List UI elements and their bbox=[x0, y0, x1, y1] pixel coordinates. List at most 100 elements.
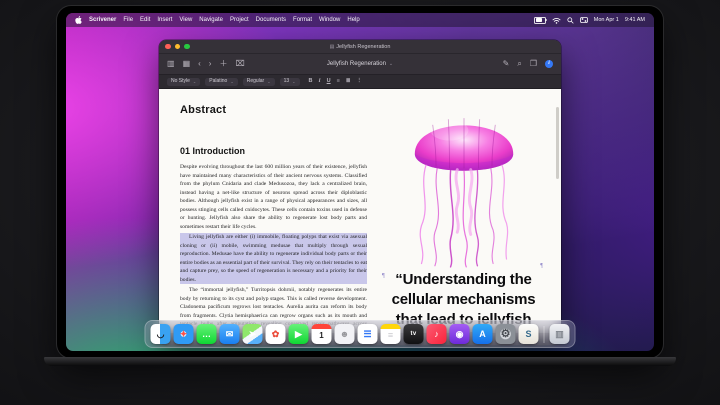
paragraph-2-selected[interactable]: Living jellyfish are either (i) immobile… bbox=[180, 233, 367, 284]
window-titlebar[interactable]: ▤Jellyfish Regeneration bbox=[159, 40, 561, 54]
toolbar-document-selector[interactable]: Jellyfish Regeneration⌄ bbox=[327, 61, 393, 67]
dock-icon-music[interactable]: ♪ bbox=[427, 324, 447, 344]
menu-bar-time[interactable]: 9:41 AM bbox=[625, 17, 645, 23]
menu-edit[interactable]: Edit bbox=[140, 17, 150, 23]
font-size-dropdown[interactable]: 13 bbox=[280, 78, 300, 86]
add-document-icon[interactable]: ＋ bbox=[219, 60, 227, 68]
control-center-icon[interactable] bbox=[580, 17, 588, 23]
font-family-dropdown[interactable]: Palatino bbox=[205, 78, 237, 86]
zoom-button[interactable] bbox=[184, 44, 190, 50]
dock-icon-maps[interactable]: ➤ bbox=[243, 324, 263, 344]
menu-help[interactable]: Help bbox=[347, 17, 359, 23]
facetime-glyph: ▶ bbox=[295, 330, 302, 339]
scrollbar-thumb[interactable] bbox=[556, 107, 559, 179]
menu-bar-date[interactable]: Mon Apr 1 bbox=[594, 17, 619, 23]
music-glyph: ♪ bbox=[434, 330, 439, 339]
safari-glyph: ✦ bbox=[180, 330, 188, 339]
heading-abstract[interactable]: Abstract bbox=[180, 104, 367, 116]
dock-icon-messages[interactable]: … bbox=[197, 324, 217, 344]
dock-icon-mail[interactable]: ✉ bbox=[220, 324, 240, 344]
menu-app-name[interactable]: Scrivener bbox=[89, 17, 116, 23]
contacts-glyph: ☻ bbox=[340, 330, 349, 339]
spotlight-search-icon[interactable] bbox=[567, 17, 574, 24]
trash-document-icon[interactable]: ⌧ bbox=[235, 60, 244, 68]
style-dropdown[interactable]: No Style bbox=[167, 78, 200, 86]
nav-back-icon[interactable]: ‹ bbox=[198, 60, 201, 68]
search-icon[interactable]: ⌕ bbox=[517, 60, 521, 68]
dock-icon-trash[interactable]: ▥ bbox=[550, 324, 570, 344]
messages-glyph: … bbox=[202, 330, 211, 339]
bold-icon[interactable]: B bbox=[309, 79, 313, 85]
finder-glyph: ◡ bbox=[157, 330, 165, 339]
dock-icon-settings[interactable]: ⚙ bbox=[496, 324, 516, 344]
nav-forward-icon[interactable]: › bbox=[209, 60, 212, 68]
menu-insert[interactable]: Insert bbox=[157, 17, 172, 23]
scrivener-window: ▤Jellyfish Regeneration ▥ ▦ ‹ › ＋ ⌧ Jellyfish… bbox=[159, 40, 561, 345]
minimize-button[interactable] bbox=[175, 44, 181, 50]
photos-glyph: ✿ bbox=[272, 330, 280, 339]
window-toolbar: ▥ ▦ ‹ › ＋ ⌧ Jellyfish Regeneration⌄ ✎ ⌕ ❐ i bbox=[159, 54, 561, 75]
compose-icon[interactable]: ✎ bbox=[503, 60, 510, 68]
quick-reference-icon[interactable]: ❐ bbox=[530, 60, 537, 68]
traffic-lights bbox=[165, 44, 190, 50]
mail-glyph: ✉ bbox=[226, 330, 234, 339]
desktop-wallpaper: Scrivener File Edit Insert View Navigate Proj… bbox=[66, 13, 654, 351]
font-variant-dropdown[interactable]: Regular bbox=[243, 78, 275, 86]
italic-icon[interactable]: I bbox=[318, 79, 320, 85]
dock-icon-photos[interactable]: ✿ bbox=[266, 324, 286, 344]
calendar-glyph: 1 bbox=[319, 332, 323, 340]
dock-icon-tv[interactable]: tv bbox=[404, 324, 424, 344]
menu-format[interactable]: Format bbox=[293, 17, 312, 23]
toolbar-left-group: ▥ ▦ ‹ › ＋ ⌧ bbox=[167, 60, 245, 68]
dock-icon-reminders[interactable]: ☰ bbox=[358, 324, 378, 344]
menu-file[interactable]: File bbox=[123, 17, 133, 23]
document-text-column: Abstract 01 Introduction Despite evolvin… bbox=[180, 103, 367, 333]
dock-icon-notes[interactable]: ≡ bbox=[381, 324, 401, 344]
layout-view-icon[interactable]: ▦ bbox=[183, 60, 191, 68]
dock-icon-contacts[interactable]: ☻ bbox=[335, 324, 355, 344]
align-left-icon[interactable]: ≡ bbox=[337, 79, 340, 85]
binder-toggle-icon[interactable]: ▥ bbox=[167, 60, 175, 68]
menu-window[interactable]: Window bbox=[319, 17, 340, 23]
battery-icon bbox=[534, 17, 546, 24]
menu-navigate[interactable]: Navigate bbox=[199, 17, 223, 23]
dock-apps: ◡ ✦ … ✉ ➤ ✿ ▶ 1 ☻ ☰ ≡ tv ♪ ◉ A ⚙ S bbox=[151, 324, 539, 344]
line-spacing-icon[interactable]: ≣ bbox=[346, 79, 351, 85]
maps-glyph: ➤ bbox=[249, 330, 257, 339]
menu-items: File Edit Insert View Navigate Project Documen… bbox=[123, 17, 359, 23]
pilcrow-mark: ¶ bbox=[540, 263, 543, 269]
menu-view[interactable]: View bbox=[179, 17, 192, 23]
laptop-base bbox=[44, 357, 676, 366]
menu-documents[interactable]: Documents bbox=[256, 17, 286, 23]
chevron-down-icon: ⌄ bbox=[389, 61, 393, 67]
dock-icon-appstore[interactable]: A bbox=[473, 324, 493, 344]
paragraph-1[interactable]: Despite evolving throughout the last 600… bbox=[180, 163, 367, 231]
menu-project[interactable]: Project bbox=[230, 17, 249, 23]
editor-area[interactable]: Abstract 01 Introduction Despite evolvin… bbox=[159, 89, 561, 333]
dock-icon-finder[interactable]: ◡ bbox=[151, 324, 171, 344]
dock-icon-podcasts[interactable]: ◉ bbox=[450, 324, 470, 344]
jellyfish-illustration[interactable] bbox=[393, 98, 535, 268]
heading-introduction[interactable]: 01 Introduction bbox=[180, 146, 367, 156]
laptop-frame: Scrivener File Edit Insert View Navigate Proj… bbox=[57, 6, 663, 358]
wifi-icon[interactable] bbox=[552, 17, 561, 24]
document-icon: ▤ bbox=[330, 44, 335, 50]
inspector-info-icon[interactable]: i bbox=[545, 60, 553, 68]
scrivener-glyph: S bbox=[525, 330, 531, 339]
dock-icon-scrivener[interactable]: S bbox=[519, 324, 539, 344]
dock-icon-facetime[interactable]: ▶ bbox=[289, 324, 309, 344]
pilcrow-mark: ¶ bbox=[382, 273, 385, 279]
close-button[interactable] bbox=[165, 44, 171, 50]
settings-glyph: ⚙ bbox=[501, 329, 511, 340]
appstore-glyph: A bbox=[479, 330, 486, 339]
menu-bar: Scrivener File Edit Insert View Navigate Proj… bbox=[66, 13, 654, 27]
underline-icon[interactable]: U bbox=[327, 79, 331, 85]
notes-glyph: ≡ bbox=[388, 331, 393, 340]
list-icon[interactable]: ⋮ bbox=[356, 79, 362, 85]
format-bar: No Style Palatino Regular 13 BI U ≡ ≣ ⋮ bbox=[159, 75, 561, 89]
toolbar-right-group: ✎ ⌕ ❐ i bbox=[503, 60, 553, 68]
dock-icon-calendar[interactable]: 1 bbox=[312, 324, 332, 344]
dock-icon-safari[interactable]: ✦ bbox=[174, 324, 194, 344]
tv-glyph: tv bbox=[411, 331, 417, 337]
apple-menu-icon[interactable] bbox=[75, 16, 82, 24]
